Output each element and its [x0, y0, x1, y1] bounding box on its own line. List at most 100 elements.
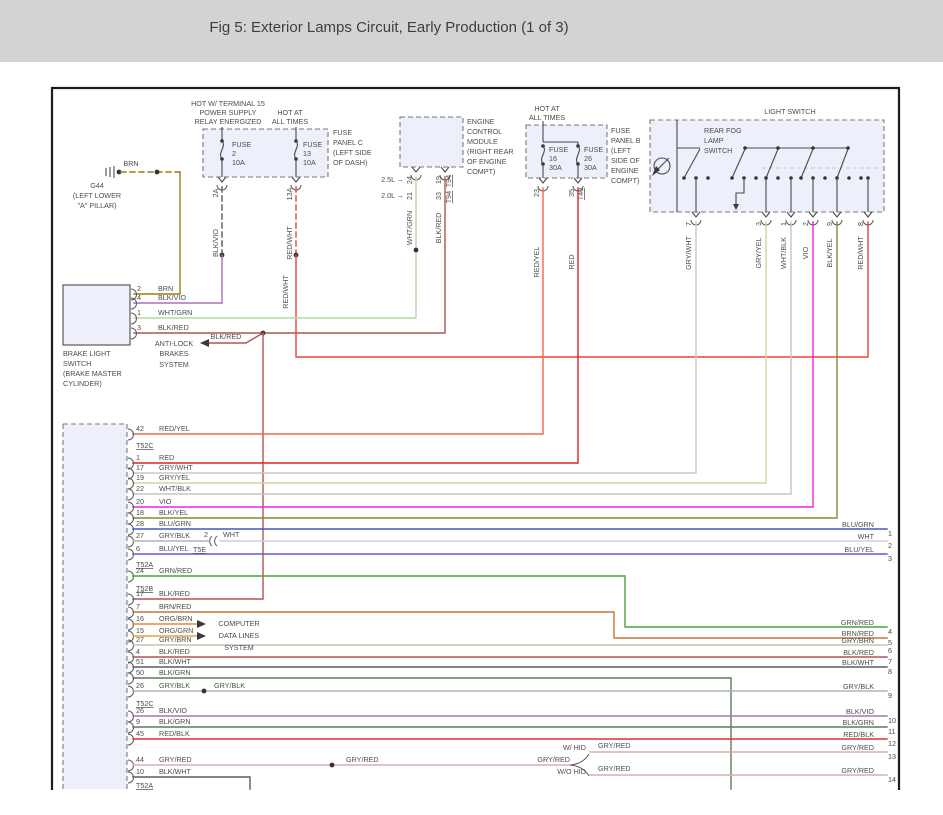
svg-text:WHT/BLK: WHT/BLK [779, 237, 788, 269]
svg-text:2: 2 [204, 530, 208, 539]
svg-text:BLU/GRN: BLU/GRN [159, 519, 191, 528]
svg-text:13A: 13A [285, 187, 294, 200]
svg-text:2: 2 [801, 222, 810, 226]
svg-text:HOT AT: HOT AT [534, 104, 560, 113]
svg-text:BRN/RED: BRN/RED [159, 602, 191, 611]
svg-text:BLK/VIO: BLK/VIO [159, 706, 187, 715]
svg-text:W/O HID: W/O HID [557, 767, 586, 776]
svg-text:GRY/RED: GRY/RED [598, 741, 631, 750]
svg-text:HOT W/ TERMINAL 15: HOT W/ TERMINAL 15 [191, 99, 265, 108]
svg-text:POWER SUPPLY: POWER SUPPLY [200, 108, 257, 117]
svg-text:GRY/RED: GRY/RED [346, 755, 379, 764]
svg-text:4: 4 [136, 647, 140, 656]
svg-text:ALL TIMES: ALL TIMES [529, 113, 566, 122]
module-box [63, 424, 127, 789]
svg-text:GRY/RED: GRY/RED [159, 755, 192, 764]
svg-text:RED/WHT: RED/WHT [856, 236, 865, 270]
svg-text:RED/WHT: RED/WHT [285, 226, 294, 260]
svg-text:10A: 10A [232, 158, 245, 167]
svg-text:ORG/BRN: ORG/BRN [159, 614, 193, 623]
svg-text:4: 4 [888, 627, 892, 636]
svg-text:9: 9 [825, 222, 834, 226]
svg-text:(LEFT: (LEFT [611, 146, 632, 155]
svg-text:SYSTEM: SYSTEM [224, 643, 254, 652]
svg-text:12: 12 [888, 739, 896, 748]
svg-text:ORG/GRN: ORG/GRN [159, 626, 193, 635]
svg-text:W/ HID: W/ HID [563, 743, 586, 752]
svg-text:FUSE: FUSE [611, 126, 630, 135]
svg-text:21: 21 [405, 192, 414, 200]
svg-text:16: 16 [136, 614, 144, 623]
svg-text:BLU/GRN: BLU/GRN [842, 520, 874, 529]
svg-text:13: 13 [303, 149, 311, 158]
svg-text:CONTROL: CONTROL [467, 127, 502, 136]
svg-text:RED/BLK: RED/BLK [159, 729, 190, 738]
svg-text:(BRAKE MASTER: (BRAKE MASTER [63, 369, 122, 378]
svg-text:BLK/RED: BLK/RED [434, 213, 443, 244]
svg-text:11: 11 [888, 727, 895, 736]
svg-text:PANEL B: PANEL B [611, 136, 641, 145]
svg-text:PANEL C: PANEL C [333, 138, 363, 147]
svg-text:FUSE: FUSE [303, 140, 322, 149]
svg-text:2: 2 [232, 149, 236, 158]
svg-text:GRY/YEL: GRY/YEL [754, 237, 763, 268]
svg-text:OF DASH): OF DASH) [333, 158, 367, 167]
svg-text:30A: 30A [584, 163, 597, 172]
svg-text:BLK/WHT: BLK/WHT [159, 767, 192, 776]
svg-text:BLK/YEL: BLK/YEL [825, 238, 834, 267]
svg-text:13: 13 [888, 752, 896, 761]
svg-text:8: 8 [856, 222, 865, 226]
svg-text:BLK/RED: BLK/RED [843, 648, 874, 657]
svg-text:BLK/VIO: BLK/VIO [211, 229, 220, 257]
svg-text:6: 6 [888, 646, 892, 655]
svg-text:BLK/GRN: BLK/GRN [842, 718, 874, 727]
svg-text:51: 51 [136, 657, 144, 666]
connector-section: T52C [136, 699, 154, 708]
svg-text:GRY/BLK: GRY/BLK [843, 682, 874, 691]
svg-text:RED/YEL: RED/YEL [532, 247, 541, 278]
svg-text:44: 44 [136, 755, 144, 764]
svg-text:7: 7 [684, 222, 693, 226]
svg-text:RED: RED [159, 453, 174, 462]
svg-text:BLU/YEL: BLU/YEL [159, 544, 189, 553]
svg-text:FUSE: FUSE [584, 145, 603, 154]
svg-text:(LEFT LOWER: (LEFT LOWER [73, 191, 121, 200]
svg-text:22: 22 [136, 484, 144, 493]
svg-text:6: 6 [136, 544, 140, 553]
svg-text:BLK/RED: BLK/RED [211, 332, 242, 341]
svg-text:23: 23 [532, 189, 541, 197]
svg-text:2.5L →: 2.5L → [381, 175, 404, 184]
svg-text:1: 1 [888, 529, 892, 538]
svg-text:BLK/GRN: BLK/GRN [159, 668, 191, 677]
svg-text:GRY/RED: GRY/RED [598, 764, 631, 773]
svg-text:BLK/GRN: BLK/GRN [159, 717, 191, 726]
svg-text:19: 19 [136, 473, 144, 482]
svg-text:26: 26 [136, 681, 144, 690]
wiring-diagram-page: Fig 5: Exterior Lamps Circuit, Early Pro… [0, 0, 943, 815]
svg-text:BLK/VIO: BLK/VIO [158, 293, 186, 302]
svg-text:T5E: T5E [193, 545, 206, 554]
svg-text:FUSE: FUSE [549, 145, 568, 154]
svg-text:DATA LINES: DATA LINES [219, 631, 260, 640]
svg-text:WHT: WHT [858, 532, 875, 541]
svg-text:REAR FOG: REAR FOG [704, 126, 742, 135]
svg-text:GRY/RED: GRY/RED [841, 743, 874, 752]
svg-text:RELAY ENERGIZED: RELAY ENERGIZED [195, 117, 262, 126]
brake-switch-box [63, 285, 130, 345]
svg-text:SIDE OF: SIDE OF [611, 156, 640, 165]
svg-text:26: 26 [584, 154, 592, 163]
svg-text:COMPT): COMPT) [611, 176, 639, 185]
svg-text:BLK/RED: BLK/RED [159, 589, 190, 598]
title-banner: Fig 5: Exterior Lamps Circuit, Early Pro… [0, 0, 943, 62]
svg-text:SWITCH: SWITCH [704, 146, 732, 155]
connector-section: T52A [136, 781, 153, 790]
svg-text:COMPUTER: COMPUTER [218, 619, 259, 628]
svg-text:9: 9 [136, 717, 140, 726]
svg-text:HOT AT: HOT AT [277, 108, 303, 117]
svg-text:WHT/BLK: WHT/BLK [159, 484, 191, 493]
svg-text:BLU/YEL: BLU/YEL [844, 545, 874, 554]
svg-text:GRY/WHT: GRY/WHT [684, 235, 693, 269]
svg-text:1: 1 [136, 453, 140, 462]
svg-text:MODULE: MODULE [467, 137, 498, 146]
connector-section: T52B [136, 584, 153, 593]
